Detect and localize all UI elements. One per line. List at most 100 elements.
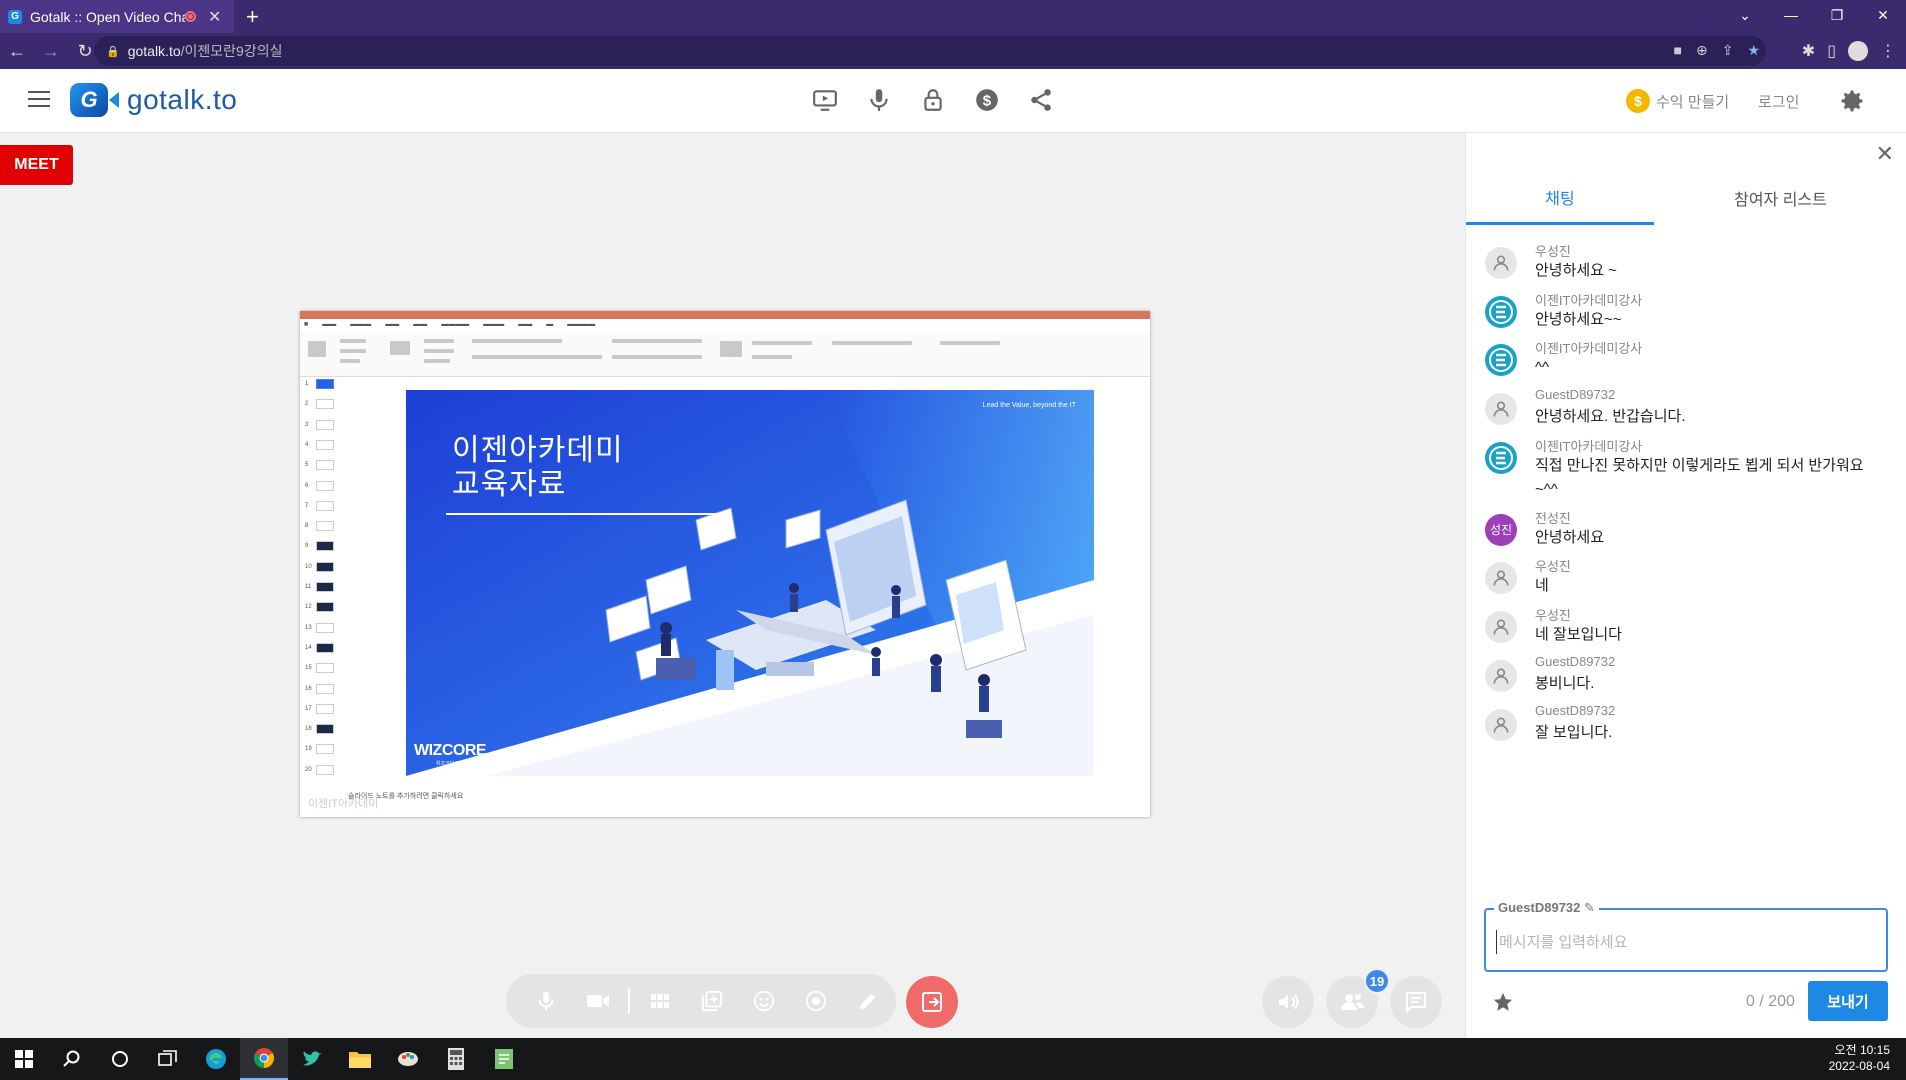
file-explorer-icon[interactable] <box>336 1038 384 1080</box>
message-author: 이젠IT아카데미강사 <box>1535 438 1643 454</box>
edge-browser-icon[interactable] <box>192 1038 240 1080</box>
slide-thumbnail[interactable] <box>316 541 334 552</box>
chat-toggle-button[interactable] <box>1390 976 1442 1028</box>
slide-thumbnail[interactable] <box>316 439 334 450</box>
login-link[interactable]: 로그인 <box>1758 91 1799 112</box>
address-bar-row: ← → ↻ 🔒 gotalk.to/이젠모란9강의실 ■ ⊕ ⇪ ★ <box>0 33 1906 69</box>
lock-room-icon[interactable] <box>920 87 946 113</box>
slide-thumbnail[interactable] <box>316 642 334 653</box>
calculator-icon[interactable] <box>432 1038 480 1080</box>
browser-menu-icon[interactable]: ⋮ <box>1880 41 1896 61</box>
thumbnail-number: 4 <box>305 441 309 448</box>
gotalk-logo-mark: G <box>70 83 108 117</box>
paint-app-icon[interactable] <box>384 1038 432 1080</box>
slide-thumbnail[interactable] <box>316 561 334 572</box>
thumbnail-number: 7 <box>305 502 309 509</box>
edit-pencil-icon[interactable]: ✎ <box>1584 900 1595 915</box>
minimize-button[interactable]: — <box>1768 0 1814 33</box>
slide-thumbnail[interactable] <box>316 622 334 633</box>
share-icon[interactable] <box>1028 87 1054 113</box>
slide-thumbnail[interactable] <box>316 500 334 511</box>
speaker-volume-button[interactable] <box>1262 976 1314 1028</box>
task-view-icon[interactable] <box>144 1038 192 1080</box>
browser-tab[interactable]: G Gotalk :: Open Video Chat ✕ <box>0 0 234 33</box>
windows-start-icon[interactable] <box>0 1038 48 1080</box>
default-user-avatar-icon <box>1485 708 1517 741</box>
chat-message: 우성진 네 <box>1466 556 1906 605</box>
side-panel-icon[interactable]: ▯ <box>1827 41 1836 61</box>
grid-layout-button[interactable] <box>634 974 686 1028</box>
dollar-icon[interactable]: $ <box>974 87 1000 113</box>
slide-thumbnail[interactable] <box>316 521 334 532</box>
message-text: 안녕하세요 <box>1535 528 1605 546</box>
camera-in-use-icon[interactable]: ■ <box>1674 42 1682 59</box>
slide-thumbnail[interactable] <box>316 663 334 674</box>
back-button[interactable]: ← <box>0 41 34 62</box>
slide-thumbnail[interactable] <box>316 683 334 694</box>
url-bar[interactable]: 🔒 gotalk.to/이젠모란9강의실 <box>94 36 1766 66</box>
coin-icon: $ <box>1626 89 1650 113</box>
chat-message: 이젠IT아카데미강사 ^^ <box>1466 338 1906 387</box>
extensions-icon[interactable]: ✱ <box>1802 41 1815 61</box>
slide-thumbnail[interactable] <box>316 703 334 714</box>
mic-toggle-button[interactable] <box>520 974 572 1028</box>
forward-button[interactable]: → <box>34 41 68 62</box>
chat-message-input[interactable] <box>1496 930 1876 954</box>
restore-button[interactable]: ❐ <box>1814 0 1860 33</box>
screen-share-icon[interactable] <box>812 87 838 113</box>
tab-search-icon[interactable]: ⌄ <box>1722 0 1768 33</box>
settings-gear-icon[interactable] <box>1838 87 1866 115</box>
earn-money-link[interactable]: $ 수익 만들기 <box>1626 89 1729 113</box>
search-icon[interactable] <box>48 1038 96 1080</box>
message-author: 이젠IT아카데미강사 <box>1535 341 1643 357</box>
clock-date: 2022-08-04 <box>1828 1059 1890 1073</box>
thumbnail-number: 12 <box>305 604 312 611</box>
academy-logo-avatar-icon <box>1485 344 1517 377</box>
tab-participant-list[interactable]: 참여자 리스트 <box>1654 171 1906 225</box>
close-panel-icon[interactable]: ✕ <box>1876 143 1894 165</box>
chat-message: 우성진 네 잘보입니다 <box>1466 605 1906 654</box>
new-tab-button[interactable]: + <box>246 4 259 30</box>
slide-thumbnail[interactable] <box>316 764 334 775</box>
chat-message: 이젠IT아카데미강사 안녕하세요~~ <box>1466 290 1906 339</box>
message-author: GuestD89732 <box>1535 653 1616 669</box>
add-window-button[interactable] <box>686 974 738 1028</box>
share-page-icon[interactable]: ⇪ <box>1722 42 1734 59</box>
username-label[interactable]: GuestD89732 ✎ <box>1494 900 1599 916</box>
send-button[interactable]: 보내기 <box>1808 981 1888 1021</box>
bookmark-star-icon[interactable]: ★ <box>1747 42 1760 59</box>
tab-close-icon[interactable]: ✕ <box>208 7 224 27</box>
microphone-icon[interactable] <box>866 87 892 113</box>
close-window-button[interactable]: ✕ <box>1860 0 1906 33</box>
slide-thumbnail[interactable] <box>316 744 334 755</box>
zoom-icon[interactable]: ⊕ <box>1696 42 1708 59</box>
slide-thumbnail[interactable] <box>316 724 334 735</box>
leave-room-button[interactable] <box>906 976 958 1028</box>
default-user-avatar-icon <box>1485 247 1517 279</box>
chrome-browser-icon[interactable] <box>240 1038 288 1080</box>
gotalk-logo[interactable]: G gotalk.to <box>70 83 237 117</box>
system-clock[interactable]: 오전 10:15 2022-08-04 <box>1829 1042 1890 1074</box>
slide-thumbnail[interactable] <box>316 582 334 592</box>
notepad-app-icon[interactable] <box>480 1038 528 1080</box>
slide-thumbnail[interactable] <box>316 602 334 613</box>
slide-thumbnail[interactable] <box>316 460 334 471</box>
slide-thumbnail[interactable] <box>316 379 334 389</box>
emoji-button[interactable] <box>738 974 790 1028</box>
hamburger-menu-icon[interactable] <box>28 91 50 107</box>
app-header: G gotalk.to $ $ 수익 만들기 로그인 <box>0 69 1906 133</box>
slide-thumbnail[interactable] <box>316 419 334 430</box>
tab-chat[interactable]: 채팅 <box>1466 171 1654 225</box>
favorite-star-icon[interactable] <box>1492 991 1514 1013</box>
slide-thumbnail[interactable] <box>316 480 334 491</box>
record-button[interactable] <box>790 974 842 1028</box>
bird-app-icon[interactable] <box>288 1038 336 1080</box>
camera-toggle-button[interactable] <box>572 974 624 1028</box>
cortana-icon[interactable] <box>96 1038 144 1080</box>
meet-badge[interactable]: MEET <box>0 145 73 185</box>
profile-avatar[interactable] <box>1848 41 1868 61</box>
thumbnail-number: 6 <box>305 482 309 489</box>
draw-pencil-button[interactable] <box>842 974 894 1028</box>
slide-thumbnail[interactable] <box>316 399 334 410</box>
chat-message-list: 우성진 안녕하세요 ~ 이젠IT아카데미강사 안녕하세요~~ 이젠IT아카데미강사 ^^ G… <box>1466 241 1906 751</box>
